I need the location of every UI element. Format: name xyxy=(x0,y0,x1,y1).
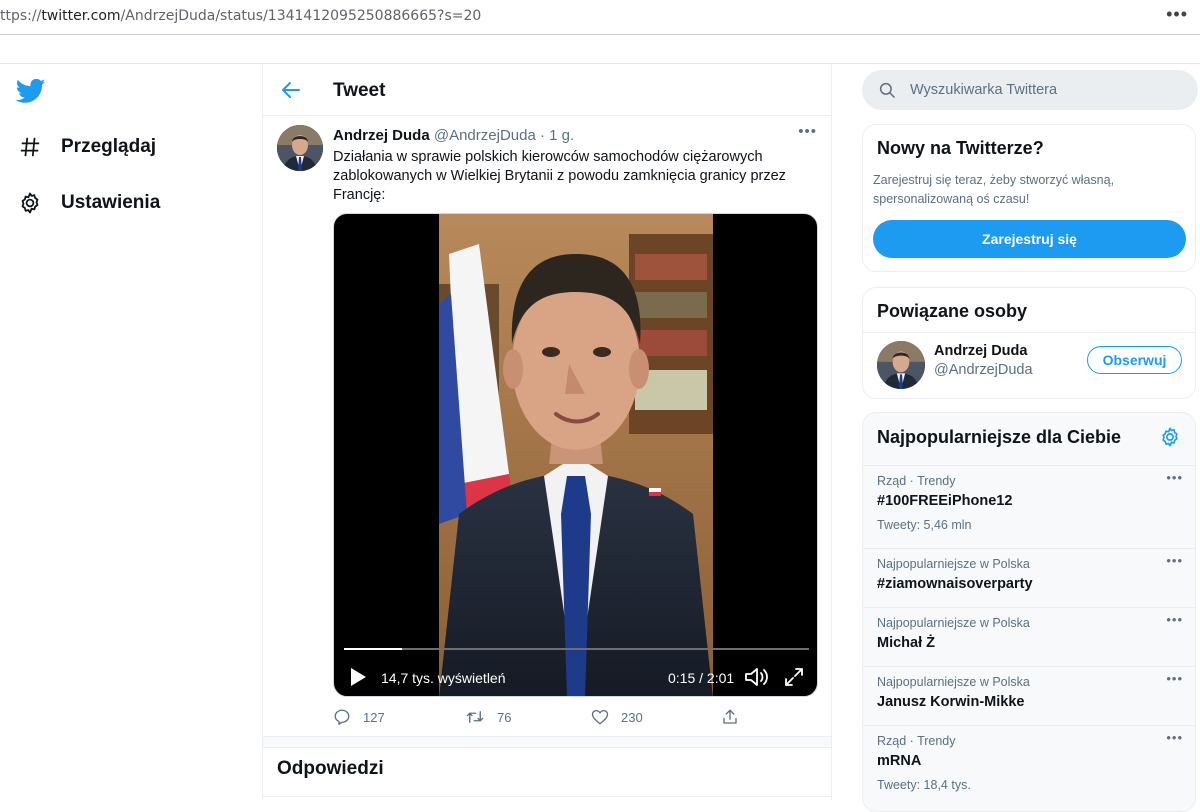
trend-title: mRNA xyxy=(877,753,922,769)
card-subtitle: Zarejestruj się teraz, żeby stworzyć wła… xyxy=(873,173,1115,206)
share-button[interactable] xyxy=(721,708,751,726)
more-options-icon[interactable]: ••• xyxy=(1166,671,1183,686)
nav-item-explore[interactable]: Przeglądaj xyxy=(18,132,156,162)
like-count: 230 xyxy=(621,709,643,725)
trend-item[interactable]: Najpopularniejsze w Polska #ziamownaisov… xyxy=(863,548,1195,607)
play-icon[interactable] xyxy=(348,666,368,688)
author-handle[interactable]: @AndrzejDuda xyxy=(434,127,536,144)
heart-icon xyxy=(591,709,609,725)
more-options-icon[interactable]: ••• xyxy=(1166,553,1183,568)
video-view-count: 14,7 tys. wyświetleń xyxy=(381,670,506,686)
nav-item-settings[interactable]: Ustawienia xyxy=(18,188,160,218)
card-title: Najpopularniejsze dla Ciebie xyxy=(877,427,1122,447)
reply-icon xyxy=(334,709,350,725)
trend-title: #100FREEiPhone12 xyxy=(877,493,1013,509)
url-text[interactable]: ttps://twitter.com/AndrzejDuda/status/13… xyxy=(0,8,481,24)
retweet-count: 76 xyxy=(497,709,512,725)
volume-icon[interactable] xyxy=(744,666,770,688)
nav-item-label: Przeglądaj xyxy=(61,136,157,157)
trend-item[interactable]: Rząd · Trendy mRNA Tweety: 18,4 tys. ••• xyxy=(863,725,1195,811)
gear-icon xyxy=(18,191,42,215)
page-title: Tweet xyxy=(333,80,386,101)
trend-title: Michał Ż xyxy=(877,635,936,651)
trend-title: Janusz Korwin-Mikke xyxy=(877,694,1025,710)
avatar[interactable] xyxy=(277,125,323,171)
tweet-timestamp[interactable]: · 1 g. xyxy=(536,127,574,144)
section-divider xyxy=(263,736,831,748)
video-player[interactable]: 14,7 tys. wyświetleń 0:15 / 2:01 xyxy=(333,213,818,697)
right-sidebar: Wyszukiwarka Twittera Nowy na Twitterze?… xyxy=(832,64,1200,812)
back-arrow-icon[interactable] xyxy=(279,78,303,102)
retweet-button[interactable]: 76 xyxy=(465,708,511,726)
avatar[interactable] xyxy=(877,341,925,389)
main-column: Tweet Andrzej Duda @AndrzejDuda · 1 g. •… xyxy=(262,64,832,800)
page-header: Tweet xyxy=(263,64,831,116)
retweet-icon xyxy=(466,711,484,723)
left-nav: Przeglądaj Ustawienia xyxy=(0,64,262,800)
nav-item-label: Ustawienia xyxy=(61,192,161,213)
more-options-icon[interactable]: ••• xyxy=(1166,612,1183,627)
trend-item[interactable]: Rząd · Trendy #100FREEiPhone12 Tweety: 5… xyxy=(863,465,1195,548)
trend-item[interactable]: Najpopularniejsze w Polska Janusz Korwin… xyxy=(863,666,1195,725)
divider xyxy=(263,796,831,797)
trend-context: Najpopularniejsze w Polska xyxy=(877,675,1030,689)
author-name[interactable]: Andrzej Duda xyxy=(333,127,430,144)
trend-context: Rząd · Trendy xyxy=(877,734,956,748)
trend-count: Tweety: 5,46 mln xyxy=(877,518,972,532)
divider xyxy=(863,332,1195,333)
trend-context: Najpopularniejsze w Polska xyxy=(877,616,1030,630)
reply-button[interactable]: 127 xyxy=(333,708,385,726)
browser-menu-icon[interactable]: ••• xyxy=(1166,4,1188,25)
trend-item[interactable]: Najpopularniejsze w Polska Michał Ż ••• xyxy=(863,607,1195,666)
person-handle[interactable]: @AndrzejDuda xyxy=(934,362,1033,378)
tweet-author[interactable]: Andrzej Duda @AndrzejDuda · 1 g. xyxy=(333,127,574,144)
video-time: 0:15 / 2:01 xyxy=(668,670,735,686)
follow-button[interactable]: Obserwuj xyxy=(1087,346,1182,374)
more-options-icon[interactable]: ••• xyxy=(1166,470,1183,485)
related-people-card: Powiązane osoby Andrzej Duda @AndrzejDud… xyxy=(862,287,1196,399)
tweet-text: Działania w sprawie polskich kierowców s… xyxy=(333,149,786,203)
search-input[interactable]: Wyszukiwarka Twittera xyxy=(910,82,1057,98)
trends-card: Najpopularniejsze dla Ciebie Rząd · Tren… xyxy=(862,412,1196,812)
like-button[interactable]: 230 xyxy=(591,708,643,726)
more-options-icon[interactable]: ••• xyxy=(1166,730,1183,745)
trend-count: Tweety: 18,4 tys. xyxy=(877,778,971,792)
fullscreen-icon[interactable] xyxy=(783,666,805,688)
card-title: Nowy na Twitterze? xyxy=(877,138,1044,158)
replies-heading: Odpowiedzi xyxy=(277,758,384,779)
video-controls: 14,7 tys. wyświetleń 0:15 / 2:01 xyxy=(334,662,817,692)
video-progress-fill xyxy=(344,648,402,650)
tweet-actions: 127 76 230 xyxy=(333,708,803,730)
more-options-icon[interactable]: ••• xyxy=(798,123,817,140)
search-box[interactable]: Wyszukiwarka Twittera xyxy=(862,70,1198,110)
trend-context: Rząd · Trendy xyxy=(877,474,956,488)
browser-address-bar[interactable]: ttps://twitter.com/AndrzejDuda/status/13… xyxy=(0,0,1200,35)
trend-context: Najpopularniejsze w Polska xyxy=(877,557,1030,571)
trend-title: #ziamownaisoverparty xyxy=(877,576,1033,592)
search-icon xyxy=(878,81,896,99)
share-icon xyxy=(723,709,737,724)
hashtag-icon xyxy=(18,135,42,159)
card-title: Powiązane osoby xyxy=(877,301,1028,321)
browser-toolbar xyxy=(0,35,1200,64)
signup-button[interactable]: Zarejestruj się xyxy=(873,220,1186,258)
reply-count: 127 xyxy=(363,709,385,725)
new-on-twitter-card: Nowy na Twitterze? Zarejestruj się teraz… xyxy=(862,124,1196,272)
person-name[interactable]: Andrzej Duda xyxy=(934,343,1027,359)
gear-icon[interactable] xyxy=(1159,426,1181,448)
twitter-bird-icon[interactable] xyxy=(16,76,46,106)
video-frame[interactable] xyxy=(439,214,713,696)
video-progress-bar[interactable] xyxy=(344,648,809,650)
